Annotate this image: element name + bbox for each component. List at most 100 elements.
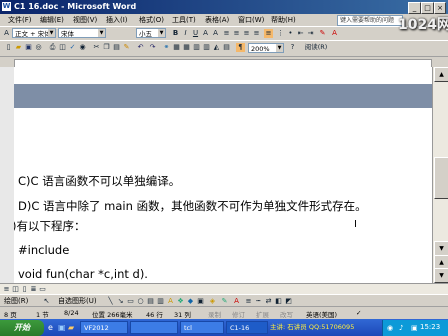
spelling-status-icon[interactable]: ✓	[356, 309, 361, 317]
arrow-style-icon[interactable]: ⇄	[264, 297, 273, 306]
minimize-button[interactable]: _	[408, 2, 421, 14]
quick-launch-ie-icon[interactable]: e	[48, 323, 53, 332]
open-folder-icon[interactable]: ▰	[14, 43, 23, 52]
doc-line[interactable]: #include	[18, 243, 69, 257]
copy-icon[interactable]: ❐	[102, 43, 111, 52]
format-painter-icon[interactable]: ✎	[122, 43, 131, 52]
tray-ime-icon[interactable]: ▣	[411, 324, 418, 332]
char-border-icon[interactable]: A	[201, 29, 210, 38]
research-icon[interactable]: ◉	[78, 43, 87, 52]
shadow-icon[interactable]: ◧	[274, 297, 283, 306]
hyperlink-icon[interactable]: ⚭	[162, 43, 171, 52]
bold-button[interactable]: B	[171, 29, 180, 38]
normal-view-icon[interactable]: ≡	[2, 285, 11, 294]
textbox-icon[interactable]: ▤	[146, 297, 155, 306]
start-button[interactable]: 开始	[0, 320, 44, 336]
oval-icon[interactable]: ○	[136, 297, 145, 306]
document-page[interactable]: C)C 语言函数不可以单独编译。 D)C 语言中除了 main 函数，其他函数不…	[14, 67, 432, 283]
menu-insert[interactable]: 插入(I)	[106, 15, 128, 25]
menu-tools[interactable]: 工具(T)	[172, 15, 196, 25]
zoom-combo[interactable]: 200% ▼	[248, 43, 284, 53]
fill-color-icon[interactable]: ◈	[208, 297, 217, 306]
font-combo[interactable]: 宋体 ▼	[58, 28, 106, 38]
vertical-scrollbar[interactable]: ▲ ▼ ▲ ▼	[432, 67, 448, 283]
help-icon[interactable]: ?	[288, 43, 297, 52]
increase-indent-icon[interactable]: ⇥	[306, 29, 315, 38]
spelling-icon[interactable]: ✓	[68, 43, 77, 52]
status-mode-track[interactable]: 修订	[232, 309, 245, 319]
bullets-icon[interactable]: •	[286, 29, 295, 38]
help-search-input[interactable]: 键入需要帮助的问题	[337, 15, 403, 26]
line-style-icon[interactable]: ≡	[244, 297, 253, 306]
menu-help[interactable]: 帮助(H)	[271, 15, 296, 25]
draw-menu[interactable]: 绘图(R)	[4, 296, 28, 306]
maximize-button[interactable]: □	[421, 2, 434, 14]
permission-icon[interactable]: ◎	[34, 43, 43, 52]
tray-volume-icon[interactable]: ♪	[399, 324, 403, 332]
tables-borders-icon[interactable]: ▦	[172, 43, 181, 52]
italic-button[interactable]: I	[181, 29, 190, 38]
justify-icon[interactable]: ≡	[252, 29, 261, 38]
task-unnamed[interactable]	[130, 321, 178, 334]
read-button[interactable]: 阅读(R)	[300, 43, 332, 52]
menu-table[interactable]: 表格(A)	[205, 15, 229, 25]
arrow-icon[interactable]: ↘	[116, 297, 125, 306]
status-mode-record[interactable]: 录制	[208, 309, 221, 319]
task-c1-16[interactable]: C1-16	[226, 321, 268, 334]
decrease-indent-icon[interactable]: ⇤	[296, 29, 305, 38]
scroll-down-icon[interactable]: ▼	[434, 241, 448, 256]
align-right-icon[interactable]: ≡	[242, 29, 251, 38]
chevron-down-icon[interactable]: ▼	[98, 29, 105, 37]
outline-view-icon[interactable]: ≣	[29, 285, 38, 294]
highlight-icon[interactable]: ✎	[318, 29, 327, 38]
menu-view[interactable]: 视图(V)	[73, 15, 97, 25]
document-map-icon[interactable]: ▤	[222, 43, 231, 52]
show-hide-icon[interactable]: ¶	[236, 43, 245, 52]
3d-icon[interactable]: ◩	[284, 297, 293, 306]
vertical-textbox-icon[interactable]: ▥	[156, 297, 165, 306]
insert-table-icon[interactable]: ▦	[182, 43, 191, 52]
tray-network-icon[interactable]: ◉	[387, 324, 393, 332]
quick-launch-folder-icon[interactable]: ▰	[68, 323, 74, 332]
status-mode-overtype[interactable]: 改写	[280, 309, 293, 319]
redo-icon[interactable]: ↷	[148, 43, 157, 52]
menu-file[interactable]: 文件(F)	[8, 15, 32, 25]
styles-pane-icon[interactable]: A	[2, 29, 11, 38]
save-icon[interactable]: ▣	[24, 43, 33, 52]
task-vf2012[interactable]: VF2012	[80, 321, 128, 334]
scroll-thumb[interactable]	[434, 157, 448, 199]
line-icon[interactable]: ╲	[106, 297, 115, 306]
underline-button[interactable]: U	[191, 29, 200, 38]
print-icon[interactable]: ⎙	[48, 43, 57, 52]
align-center-icon[interactable]: ≡	[232, 29, 241, 38]
insert-excel-icon[interactable]: ▥	[192, 43, 201, 52]
quick-launch-desktop-icon[interactable]: ▣	[58, 323, 66, 332]
drawing-icon[interactable]: ◭	[212, 43, 221, 52]
align-left-icon[interactable]: ≡	[222, 29, 231, 38]
numbering-icon[interactable]: ⋮	[276, 29, 285, 38]
select-objects-icon[interactable]: ↖	[42, 297, 51, 306]
close-button[interactable]: ×	[434, 2, 446, 14]
print-layout-icon[interactable]: ▯	[20, 285, 29, 294]
scroll-up-icon[interactable]: ▲	[434, 67, 448, 82]
line-color-icon[interactable]: ✎	[220, 297, 229, 306]
chevron-down-icon[interactable]: ▼	[276, 44, 283, 52]
doc-line[interactable]: D)C 语言中除了 main 函数，其他函数不可作为单独文件形式存在。	[18, 198, 367, 214]
menu-window[interactable]: 窗口(W)	[238, 15, 264, 25]
task-tcl[interactable]: tcl	[180, 321, 224, 334]
menu-format[interactable]: 格式(O)	[139, 15, 164, 25]
doc-line[interactable]: C)C 语言函数不可以单独编译。	[18, 173, 180, 189]
chevron-down-icon[interactable]: ▼	[48, 29, 55, 37]
cut-icon[interactable]: ✂	[92, 43, 101, 52]
font-size-combo[interactable]: 小五 ▼	[136, 28, 166, 38]
web-view-icon[interactable]: ◫	[11, 285, 20, 294]
undo-icon[interactable]: ↶	[136, 43, 145, 52]
doc-line[interactable]: )有以下程序：	[14, 218, 86, 234]
clipart-icon[interactable]: ◆	[186, 297, 195, 306]
font-color-icon[interactable]: A	[330, 29, 339, 38]
diagram-icon[interactable]: ❖	[176, 297, 185, 306]
doc-line[interactable]: void fun(char *c,int d).	[18, 267, 148, 281]
wordart-icon[interactable]: A	[166, 297, 175, 306]
columns-icon[interactable]: ▥	[202, 43, 211, 52]
reading-view-icon[interactable]: ▭	[38, 285, 47, 294]
